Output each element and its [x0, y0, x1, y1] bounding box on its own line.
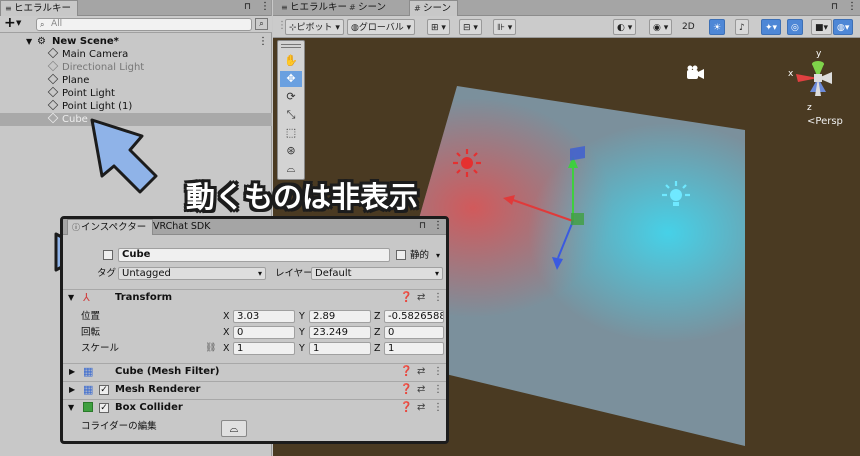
axis-label-y: Y: [299, 343, 305, 354]
help-icon[interactable]: ❓: [400, 384, 412, 395]
preset-icon[interactable]: ⇄: [417, 384, 425, 395]
inspector-tabstrip: ⓘインスペクター VRChat SDK ⊓ ⋮: [63, 219, 446, 235]
static-label: 静的: [410, 250, 430, 261]
mesh-renderer-enabled-checkbox[interactable]: ✓: [99, 385, 109, 395]
box-collider-enabled-checkbox[interactable]: ✓: [99, 403, 109, 413]
kebab-menu-icon[interactable]: ⋮: [433, 384, 443, 395]
transform-icon: ⅄: [83, 291, 90, 304]
help-icon[interactable]: ❓: [400, 366, 412, 377]
rotation-label: 回転: [81, 327, 101, 338]
position-y-field[interactable]: 2.89: [309, 310, 371, 323]
collider-edit-label: コライダーの編集: [81, 421, 157, 432]
tab-inspector[interactable]: ⓘインスペクター: [67, 219, 154, 235]
position-z-field[interactable]: -0.5826588: [384, 310, 444, 323]
scale-label: スケール: [81, 343, 120, 354]
collapse-arrow-icon[interactable]: ▼: [68, 293, 74, 302]
static-dropdown-icon[interactable]: ▾: [436, 249, 440, 262]
inspector-panel: ⓘインスペクター VRChat SDK ⊓ ⋮ Cube 静的 ▾ タグ Unt…: [60, 216, 449, 444]
mesh-filter-header[interactable]: ▶ ▦ Cube (Mesh Filter) ❓ ⇄ ⋮: [63, 363, 446, 380]
axis-label-x: X: [223, 311, 230, 322]
axis-label-z: Z: [374, 343, 381, 354]
axis-label-y: Y: [299, 327, 305, 338]
scale-x-field[interactable]: 1: [233, 342, 295, 355]
tag-dropdown[interactable]: Untagged ▾: [118, 267, 266, 280]
tag-label: タグ: [97, 268, 117, 279]
expand-arrow-icon[interactable]: ▶: [69, 367, 75, 376]
expand-arrow-icon[interactable]: ▶: [69, 385, 75, 394]
pointer-arrow-icon: [90, 118, 158, 194]
box-collider-header[interactable]: ▼ ✓ Box Collider ❓ ⇄ ⋮: [63, 399, 446, 416]
annotation-caption: 動くものは非表示: [186, 180, 419, 214]
axis-label-z: Z: [374, 311, 381, 322]
lock-icon[interactable]: ⊓: [419, 221, 426, 231]
active-checkbox[interactable]: [103, 250, 113, 260]
help-icon[interactable]: ❓: [400, 292, 412, 303]
constrain-proportions-icon[interactable]: ⛓: [205, 342, 216, 355]
rotation-x-field[interactable]: 0: [233, 326, 295, 339]
axis-label-z: Z: [374, 327, 381, 338]
info-icon: ⓘ: [72, 223, 80, 232]
layer-dropdown[interactable]: Default ▾: [311, 267, 443, 280]
layer-label: レイヤー: [275, 268, 313, 279]
dropdown-arrow-icon: ▾: [257, 269, 262, 278]
kebab-menu-icon[interactable]: ⋮: [433, 292, 443, 303]
kebab-menu-icon[interactable]: ⋮: [433, 402, 443, 413]
transform-header[interactable]: ▼ ⅄ Transform ❓ ⇄ ⋮: [63, 289, 446, 306]
scale-z-field[interactable]: 1: [384, 342, 444, 355]
tab-vrchat-sdk[interactable]: VRChat SDK: [149, 219, 216, 235]
scale-y-field[interactable]: 1: [309, 342, 371, 355]
position-x-field[interactable]: 3.03: [233, 310, 295, 323]
rotation-z-field[interactable]: 0: [384, 326, 444, 339]
preset-icon[interactable]: ⇄: [417, 292, 425, 303]
mesh-filter-icon: ▦: [83, 365, 94, 378]
static-checkbox[interactable]: [396, 250, 406, 260]
preset-icon[interactable]: ⇄: [417, 402, 425, 413]
preset-icon[interactable]: ⇄: [417, 366, 425, 377]
collider-edit-icon: ⌓: [229, 422, 239, 435]
collapse-arrow-icon[interactable]: ▼: [68, 403, 74, 412]
axis-label-y: Y: [299, 311, 305, 322]
dropdown-arrow-icon: ▾: [434, 269, 439, 278]
edit-collider-button[interactable]: ⌓: [221, 420, 247, 437]
object-name-field[interactable]: Cube: [118, 248, 390, 262]
mesh-renderer-header[interactable]: ▶ ▦ ✓ Mesh Renderer ❓ ⇄ ⋮: [63, 381, 446, 398]
axis-label-x: X: [223, 343, 230, 354]
box-collider-icon: [83, 402, 93, 412]
mesh-renderer-icon: ▦: [83, 383, 94, 396]
kebab-menu-icon[interactable]: ⋮: [433, 220, 443, 231]
rotation-y-field[interactable]: 23.249: [309, 326, 371, 339]
help-icon[interactable]: ❓: [400, 402, 412, 413]
kebab-menu-icon[interactable]: ⋮: [433, 366, 443, 377]
position-label: 位置: [81, 311, 101, 322]
axis-label-x: X: [223, 327, 230, 338]
